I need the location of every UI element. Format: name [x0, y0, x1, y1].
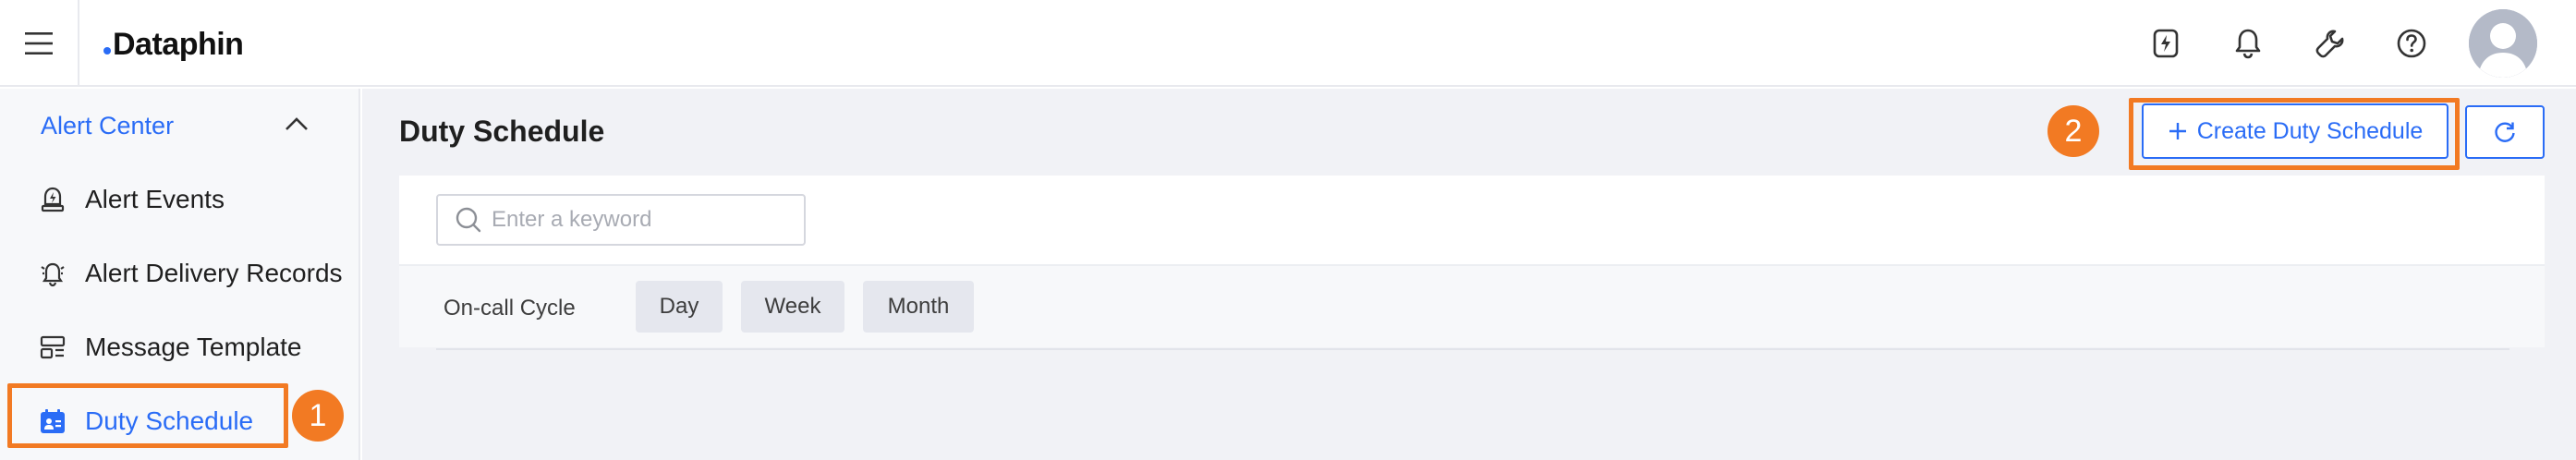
page-title: Duty Schedule — [399, 115, 605, 148]
menu-button[interactable] — [0, 0, 79, 87]
content-divider — [436, 348, 2509, 350]
dataphin-logo[interactable]: Dataphin — [103, 24, 244, 65]
search-box[interactable] — [436, 194, 806, 246]
plus-icon — [2169, 123, 2186, 139]
chevron-up-icon — [286, 117, 308, 130]
sidebar-item-message-template[interactable]: Message Template — [0, 310, 358, 384]
search-icon — [456, 207, 481, 233]
tools-button[interactable] — [2310, 23, 2351, 64]
cycle-option-month[interactable]: Month — [863, 281, 974, 333]
template-icon — [40, 335, 66, 359]
search-input[interactable] — [492, 207, 796, 233]
sidebar-item-label: Duty Schedule — [85, 406, 254, 435]
calendar-icon — [41, 409, 65, 433]
logo-text: Dataphin — [113, 26, 244, 62]
top-bar: Dataphin — [0, 0, 2576, 87]
refresh-icon — [2495, 122, 2515, 142]
lightning-button[interactable] — [2145, 23, 2186, 64]
on-call-cycle-label: On-call Cycle — [444, 296, 576, 321]
help-button[interactable] — [2391, 23, 2432, 64]
help-icon — [2397, 29, 2426, 58]
sidebar-item-alert-delivery-records[interactable]: Alert Delivery Records — [0, 236, 358, 310]
menu-icon — [25, 32, 53, 54]
user-avatar[interactable] — [2469, 9, 2537, 78]
step-badge-1: 1 — [292, 390, 344, 442]
step-badge-2: 2 — [2047, 105, 2099, 157]
sidebar-item-label: Alert Events — [85, 185, 225, 213]
alert-event-icon — [41, 187, 65, 212]
sidebar-group-label: Alert Center — [41, 111, 175, 139]
sidebar-item-label: Message Template — [85, 333, 302, 361]
create-button-label: Create Duty Schedule — [2196, 117, 2424, 144]
create-duty-schedule-button[interactable]: Create Duty Schedule — [2142, 103, 2448, 159]
logo-dot — [103, 47, 111, 54]
avatar-person-icon — [2469, 9, 2537, 78]
bell-icon — [2235, 29, 2261, 59]
alarm-bell-icon — [41, 262, 65, 287]
sidebar-item-alert-events[interactable]: Alert Events — [0, 163, 358, 236]
cycle-option-week[interactable]: Week — [741, 281, 844, 333]
cycle-option-day[interactable]: Day — [636, 281, 723, 333]
wrench-icon — [2315, 30, 2344, 58]
sidebar-item-label: Alert Delivery Records — [85, 259, 343, 287]
lightning-icon — [2153, 29, 2179, 58]
notification-button[interactable] — [2228, 23, 2268, 64]
sidebar-group-alert-center[interactable]: Alert Center — [0, 89, 358, 163]
refresh-button[interactable] — [2465, 105, 2545, 159]
